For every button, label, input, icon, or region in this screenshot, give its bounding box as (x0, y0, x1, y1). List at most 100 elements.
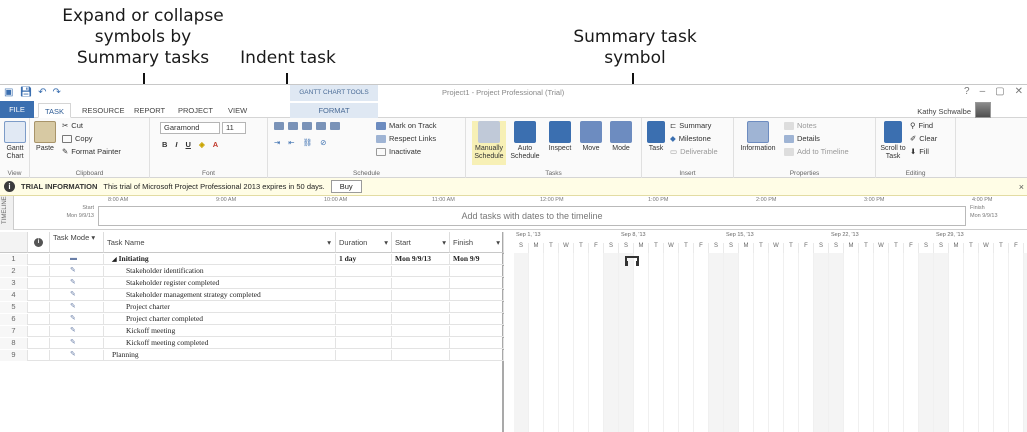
duration-cell[interactable] (336, 326, 392, 337)
clear-button[interactable]: ✐ Clear (910, 134, 937, 143)
scroll-to-task-button[interactable]: Scroll to Task (880, 121, 906, 161)
task-name-cell[interactable]: Planning (104, 350, 336, 361)
chevron-down-icon[interactable]: ▾ (384, 239, 388, 247)
mode-button[interactable]: Mode (608, 121, 634, 153)
row-number[interactable]: 4 (0, 290, 28, 301)
start-column-header[interactable]: Start ▾ (392, 232, 450, 253)
table-row[interactable]: 9 ✎ Planning (0, 350, 504, 361)
row-number[interactable]: 5 (0, 302, 28, 313)
tab-view[interactable]: VIEW (222, 103, 253, 118)
manual-schedule-mode-icon[interactable]: ✎ (50, 314, 104, 325)
move-button[interactable]: Move (578, 121, 604, 153)
finish-column-header[interactable]: Finish ▾ (450, 232, 504, 253)
task-name-cell[interactable]: Stakeholder register completed (104, 278, 336, 289)
start-cell[interactable] (392, 326, 450, 337)
add-to-timeline-button[interactable]: Add to Timeline (784, 147, 849, 156)
start-cell[interactable] (392, 266, 450, 277)
format-painter-button[interactable]: ✎ Format Painter (62, 147, 121, 156)
chevron-down-icon[interactable]: ▾ (496, 239, 500, 247)
paste-button[interactable]: Paste (34, 121, 56, 153)
fill-button[interactable]: ⬇ Fill (910, 147, 929, 156)
duration-cell[interactable] (336, 278, 392, 289)
link-tasks-icon[interactable]: ⛓ (303, 138, 313, 147)
table-row[interactable]: 4 ✎ Stakeholder management strategy comple… (0, 290, 504, 301)
manual-schedule-mode-icon[interactable]: ✎ (50, 290, 104, 301)
indent-task-icon[interactable]: ⇥ (274, 138, 280, 147)
find-button[interactable]: ⚲ Find (910, 121, 933, 130)
task-name-cell[interactable]: Stakeholder identification (104, 266, 336, 277)
task-name-cell[interactable]: Stakeholder management strategy complete… (104, 290, 336, 301)
italic-icon[interactable]: I (175, 140, 177, 149)
duration-cell[interactable] (336, 338, 392, 349)
table-row[interactable]: 6 ✎ Project charter completed (0, 314, 504, 325)
duration-cell[interactable]: 1 day (336, 254, 392, 265)
table-row[interactable]: 2 ✎ Stakeholder identification (0, 266, 504, 277)
timeline-bar[interactable]: Add tasks with dates to the timeline (98, 206, 966, 226)
gantt-chart-button[interactable]: Gantt Chart (3, 121, 27, 161)
row-number[interactable]: 2 (0, 266, 28, 277)
start-cell[interactable] (392, 338, 450, 349)
auto-schedule-button[interactable]: Auto Schedule (510, 121, 540, 161)
highlight-color-icon[interactable]: ◈ (199, 140, 205, 149)
cut-button[interactable]: ✂ Cut (62, 121, 83, 130)
font-color-icon[interactable]: A (213, 140, 218, 149)
save-icon[interactable]: 💾︎ (19, 87, 32, 98)
font-family-select[interactable]: Garamond (160, 122, 220, 134)
manual-schedule-mode-icon[interactable]: ✎ (50, 338, 104, 349)
help-icon[interactable]: ? (964, 86, 970, 97)
summary-button[interactable]: ⊏ Summary (670, 121, 711, 130)
manual-schedule-mode-icon[interactable]: ✎ (50, 350, 104, 361)
minimize-icon[interactable]: – (980, 86, 986, 97)
manual-schedule-mode-icon[interactable]: ✎ (50, 278, 104, 289)
table-row[interactable]: 1 ▬ ◢ Initiating 1 day Mon 9/9/13 Mon 9/9 (0, 254, 504, 265)
tab-file[interactable]: FILE (0, 101, 34, 118)
chevron-down-icon[interactable]: ▾ (91, 233, 95, 242)
underline-icon[interactable]: U (186, 140, 191, 149)
duration-cell[interactable] (336, 350, 392, 361)
duration-column-header[interactable]: Duration ▾ (336, 232, 392, 253)
chevron-down-icon[interactable]: ▾ (327, 239, 331, 247)
start-cell[interactable] (392, 314, 450, 325)
notes-button[interactable]: Notes (784, 121, 817, 130)
percent-100-icon[interactable] (330, 122, 340, 130)
inspect-button[interactable]: Inspect (546, 121, 574, 153)
row-number[interactable]: 1 (0, 254, 28, 265)
duration-cell[interactable] (336, 314, 392, 325)
task-name-cell[interactable]: Kickoff meeting (104, 326, 336, 337)
deliverable-button[interactable]: ▭ Deliverable (670, 147, 718, 156)
avatar[interactable] (975, 102, 991, 118)
manual-schedule-mode-icon[interactable]: ✎ (50, 326, 104, 337)
finish-cell[interactable] (450, 278, 504, 289)
finish-cell[interactable] (450, 326, 504, 337)
tab-task[interactable]: TASK (38, 103, 72, 118)
chevron-down-icon[interactable]: ▾ (442, 239, 446, 247)
tab-resource[interactable]: RESOURCE (76, 103, 131, 118)
finish-cell[interactable] (450, 350, 504, 361)
information-button[interactable]: Information (738, 121, 778, 153)
close-icon[interactable]: ✕ (1015, 86, 1023, 97)
outdent-task-icon[interactable]: ⇤ (288, 138, 294, 147)
table-row[interactable]: 7 ✎ Kickoff meeting (0, 326, 504, 337)
unlink-tasks-icon[interactable]: ⊘ (320, 138, 326, 147)
finish-cell[interactable]: Mon 9/9 (450, 254, 504, 265)
buy-button[interactable]: Buy (330, 180, 362, 193)
finish-cell[interactable] (450, 338, 504, 349)
finish-cell[interactable] (450, 266, 504, 277)
font-size-select[interactable]: 11 (222, 122, 246, 134)
row-number[interactable]: 7 (0, 326, 28, 337)
tab-project[interactable]: PROJECT (172, 103, 219, 118)
details-button[interactable]: Details (784, 134, 820, 143)
percent-50-icon[interactable] (302, 122, 312, 130)
percent-75-icon[interactable] (316, 122, 326, 130)
collapse-triangle-icon[interactable]: ◢ (112, 257, 117, 263)
user-account[interactable]: Kathy Schwalbe (917, 102, 991, 118)
finish-cell[interactable] (450, 314, 504, 325)
start-cell[interactable] (392, 290, 450, 301)
task-name-cell[interactable]: Project charter completed (104, 314, 336, 325)
timeline-pane[interactable]: TIMELINE Start Mon 9/9/13 Finish Mon 9/9… (0, 196, 1027, 230)
start-cell[interactable] (392, 350, 450, 361)
tab-format[interactable]: FORMAT (290, 103, 378, 118)
row-number[interactable]: 3 (0, 278, 28, 289)
row-number[interactable]: 8 (0, 338, 28, 349)
auto-schedule-mode-icon[interactable]: ▬ (50, 254, 104, 265)
